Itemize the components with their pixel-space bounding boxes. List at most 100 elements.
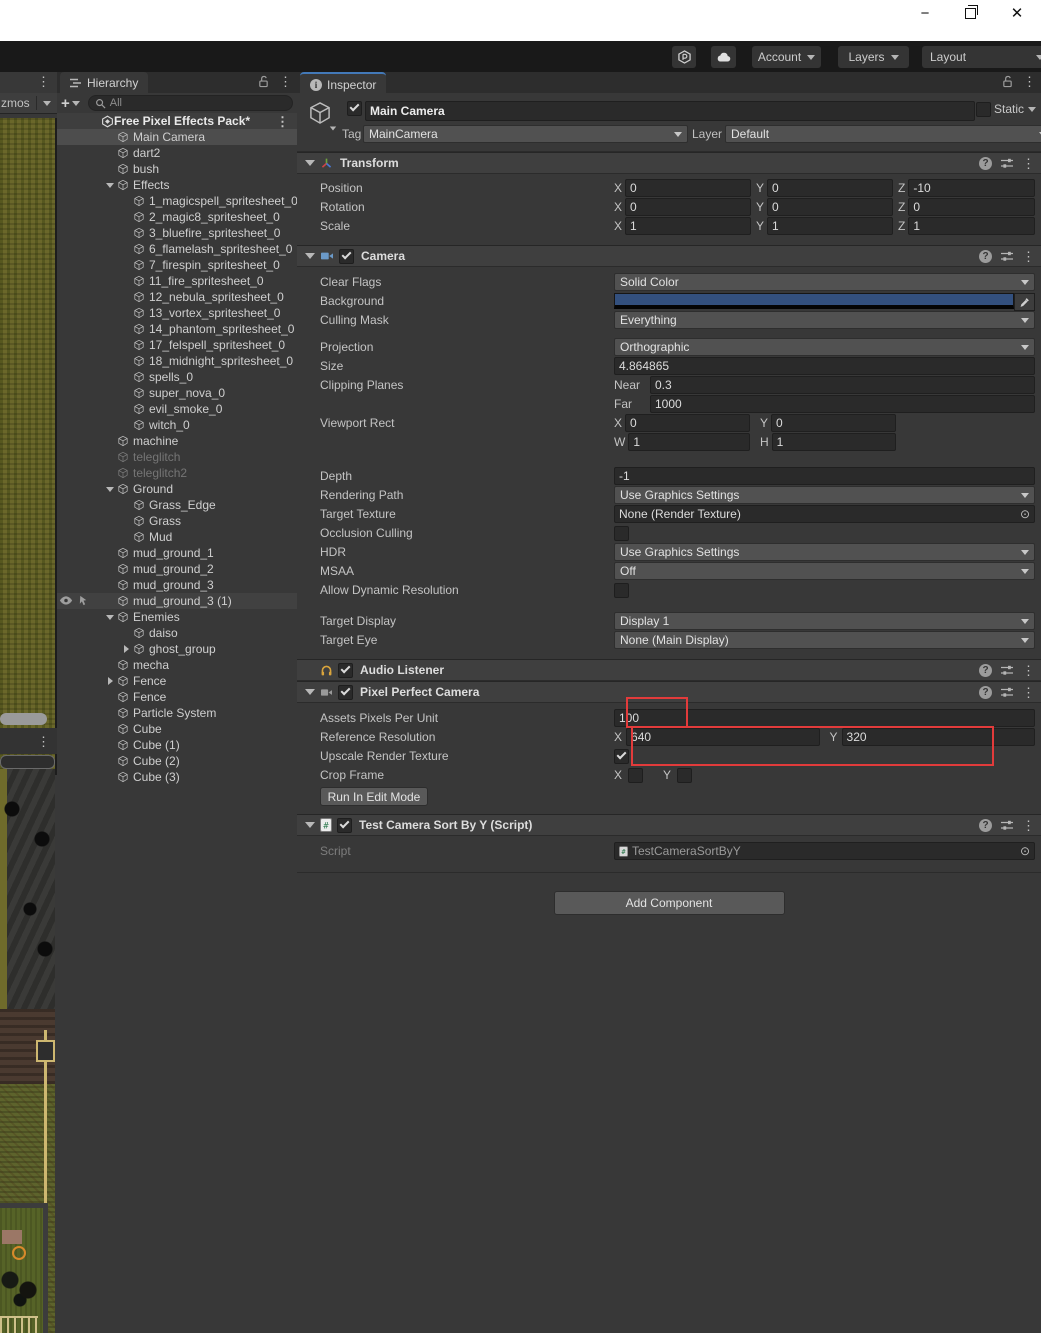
foldout-icon[interactable] bbox=[103, 481, 117, 497]
hierarchy-item-mud-ground-3[interactable]: mud_ground_3 bbox=[57, 577, 297, 593]
hierarchy-item-particle-system[interactable]: Particle System bbox=[57, 705, 297, 721]
hierarchy-item-7-firespin-spritesheet-0[interactable]: 7_firespin_spritesheet_0 bbox=[57, 257, 297, 273]
position-y-field[interactable]: 0 bbox=[767, 179, 893, 197]
help-icon[interactable]: ? bbox=[979, 250, 992, 263]
scene-menu-icon[interactable]: ⋮ bbox=[276, 115, 289, 128]
hierarchy-item-machine[interactable]: machine bbox=[57, 433, 297, 449]
hierarchy-item-teleglitch2[interactable]: teleglitch2 bbox=[57, 465, 297, 481]
hierarchy-item-super-nova-0[interactable]: super_nova_0 bbox=[57, 385, 297, 401]
hierarchy-item-daiso[interactable]: daiso bbox=[57, 625, 297, 641]
viewport-w-field[interactable]: 1 bbox=[628, 433, 750, 451]
scene-scrollbar[interactable] bbox=[0, 713, 47, 725]
gizmos-button[interactable]: zmos bbox=[0, 93, 57, 114]
presets-icon[interactable] bbox=[1001, 158, 1013, 169]
assets-ppu-field[interactable]: 100 bbox=[614, 709, 1035, 727]
foldout-icon[interactable] bbox=[119, 641, 133, 657]
help-icon[interactable]: ? bbox=[979, 686, 992, 699]
close-button[interactable]: ✕ bbox=[1000, 0, 1034, 26]
run-in-edit-mode-button[interactable]: Run In Edit Mode bbox=[320, 787, 428, 806]
panel-menu-icon[interactable]: ⋮ bbox=[37, 75, 50, 88]
hierarchy-item-effects[interactable]: Effects bbox=[57, 177, 297, 193]
audio-listener-enabled-checkbox[interactable] bbox=[338, 663, 353, 678]
target-eye-dropdown[interactable]: None (Main Display) bbox=[614, 631, 1035, 649]
hierarchy-item-cube-1[interactable]: Cube (1) bbox=[57, 737, 297, 753]
camera-component-header[interactable]: Camera ? ⋮ bbox=[297, 245, 1041, 267]
game-object-name-field[interactable]: Main Camera bbox=[365, 101, 975, 121]
account-dropdown[interactable]: Account bbox=[752, 46, 821, 68]
create-dropdown-icon[interactable] bbox=[72, 101, 80, 106]
hierarchy-item-cube[interactable]: Cube bbox=[57, 721, 297, 737]
panel-menu-icon[interactable]: ⋮ bbox=[1023, 75, 1036, 88]
scene-viewport[interactable] bbox=[0, 118, 57, 775]
component-menu-icon[interactable]: ⋮ bbox=[1022, 250, 1035, 263]
scene-header-row[interactable]: Free Pixel Effects Pack* ⋮ bbox=[57, 113, 297, 129]
projection-dropdown[interactable]: Orthographic bbox=[614, 338, 1035, 356]
depth-field[interactable]: -1 bbox=[614, 467, 1035, 485]
hierarchy-item-mud-ground-3-1[interactable]: mud_ground_3 (1) bbox=[57, 593, 297, 609]
foldout-icon[interactable] bbox=[103, 609, 117, 625]
rotation-z-field[interactable]: 0 bbox=[908, 198, 1035, 216]
pixel-perfect-camera-component-header[interactable]: Pixel Perfect Camera ? ⋮ bbox=[297, 681, 1041, 703]
hierarchy-item-12-nebula-spritesheet-0[interactable]: 12_nebula_spritesheet_0 bbox=[57, 289, 297, 305]
viewport-x-field[interactable]: 0 bbox=[625, 414, 750, 432]
hierarchy-item-mud-ground-1[interactable]: mud_ground_1 bbox=[57, 545, 297, 561]
hierarchy-item-cube-3[interactable]: Cube (3) bbox=[57, 769, 297, 785]
hierarchy-search-input[interactable]: All bbox=[88, 95, 293, 111]
background-color-field[interactable] bbox=[614, 293, 1035, 309]
hierarchy-item-13-vortex-spritesheet-0[interactable]: 13_vortex_spritesheet_0 bbox=[57, 305, 297, 321]
transform-component-header[interactable]: Transform ? ⋮ bbox=[297, 152, 1041, 174]
static-dropdown-icon[interactable] bbox=[1028, 107, 1036, 112]
game-object-cube-icon[interactable] bbox=[307, 100, 333, 126]
rotation-x-field[interactable]: 0 bbox=[625, 198, 751, 216]
hierarchy-item-18-midnight-spritesheet-0[interactable]: 18_midnight_spritesheet_0 bbox=[57, 353, 297, 369]
hierarchy-item-grass-edge[interactable]: Grass_Edge bbox=[57, 497, 297, 513]
hdr-dropdown[interactable]: Use Graphics Settings bbox=[614, 543, 1035, 561]
upscale-checkbox[interactable] bbox=[614, 749, 629, 764]
add-component-button[interactable]: Add Component bbox=[554, 891, 785, 915]
tag-dropdown[interactable]: MainCamera bbox=[363, 125, 688, 143]
crop-y-checkbox[interactable] bbox=[677, 768, 692, 783]
help-icon[interactable]: ? bbox=[979, 157, 992, 170]
tab-inspector[interactable]: i Inspector bbox=[300, 72, 386, 95]
hierarchy-item-mud-ground-2[interactable]: mud_ground_2 bbox=[57, 561, 297, 577]
rendering-path-dropdown[interactable]: Use Graphics Settings bbox=[614, 486, 1035, 504]
reference-resolution-y-field[interactable]: 320 bbox=[842, 728, 1035, 746]
hierarchy-item-fence[interactable]: Fence bbox=[57, 689, 297, 705]
object-picker-icon[interactable]: ⊙ bbox=[1020, 844, 1030, 858]
hierarchy-item-1-magicspell-spritesheet-0[interactable]: 1_magicspell_spritesheet_0 bbox=[57, 193, 297, 209]
hierarchy-item-fence[interactable]: Fence bbox=[57, 673, 297, 689]
hierarchy-item-6-flamelash-spritesheet-0[interactable]: 6_flamelash_spritesheet_0 bbox=[57, 241, 297, 257]
help-icon[interactable]: ? bbox=[979, 664, 992, 677]
hierarchy-item-enemies[interactable]: Enemies bbox=[57, 609, 297, 625]
hierarchy-item-bush[interactable]: bush bbox=[57, 161, 297, 177]
hierarchy-item-14-phantom-spritesheet-0[interactable]: 14_phantom_spritesheet_0 bbox=[57, 321, 297, 337]
hierarchy-item-11-fire-spritesheet-0[interactable]: 11_fire_spritesheet_0 bbox=[57, 273, 297, 289]
hierarchy-item-dart2[interactable]: dart2 bbox=[57, 145, 297, 161]
object-picker-icon[interactable]: ⊙ bbox=[1020, 507, 1030, 521]
create-button[interactable]: + bbox=[61, 96, 70, 111]
hierarchy-item-mecha[interactable]: mecha bbox=[57, 657, 297, 673]
reference-resolution-x-field[interactable]: 640 bbox=[626, 728, 819, 746]
lock-icon[interactable] bbox=[258, 75, 269, 88]
lower-panel-searchbar[interactable] bbox=[0, 755, 55, 769]
camera-enabled-checkbox[interactable] bbox=[339, 249, 354, 264]
help-icon[interactable]: ? bbox=[979, 819, 992, 832]
foldout-icon[interactable] bbox=[305, 820, 315, 830]
far-field[interactable]: 1000 bbox=[650, 395, 1035, 413]
size-field[interactable]: 4.864865 bbox=[614, 357, 1035, 375]
foldout-icon[interactable] bbox=[305, 687, 315, 697]
hierarchy-item-cube-2[interactable]: Cube (2) bbox=[57, 753, 297, 769]
culling-mask-dropdown[interactable]: Everything bbox=[614, 311, 1035, 329]
layer-dropdown[interactable]: Default bbox=[725, 125, 1041, 143]
position-x-field[interactable]: 0 bbox=[625, 179, 751, 197]
rotation-y-field[interactable]: 0 bbox=[767, 198, 893, 216]
foldout-icon[interactable] bbox=[305, 251, 315, 261]
hierarchy-item-ground[interactable]: Ground bbox=[57, 481, 297, 497]
audio-listener-component-header[interactable]: Audio Listener ? ⋮ bbox=[297, 659, 1041, 681]
tab-hierarchy[interactable]: Hierarchy bbox=[60, 72, 148, 93]
hierarchy-item-witch-0[interactable]: witch_0 bbox=[57, 417, 297, 433]
hierarchy-item-grass[interactable]: Grass bbox=[57, 513, 297, 529]
lock-icon[interactable] bbox=[1002, 75, 1013, 88]
component-menu-icon[interactable]: ⋮ bbox=[1022, 686, 1035, 699]
scale-x-field[interactable]: 1 bbox=[625, 217, 751, 235]
